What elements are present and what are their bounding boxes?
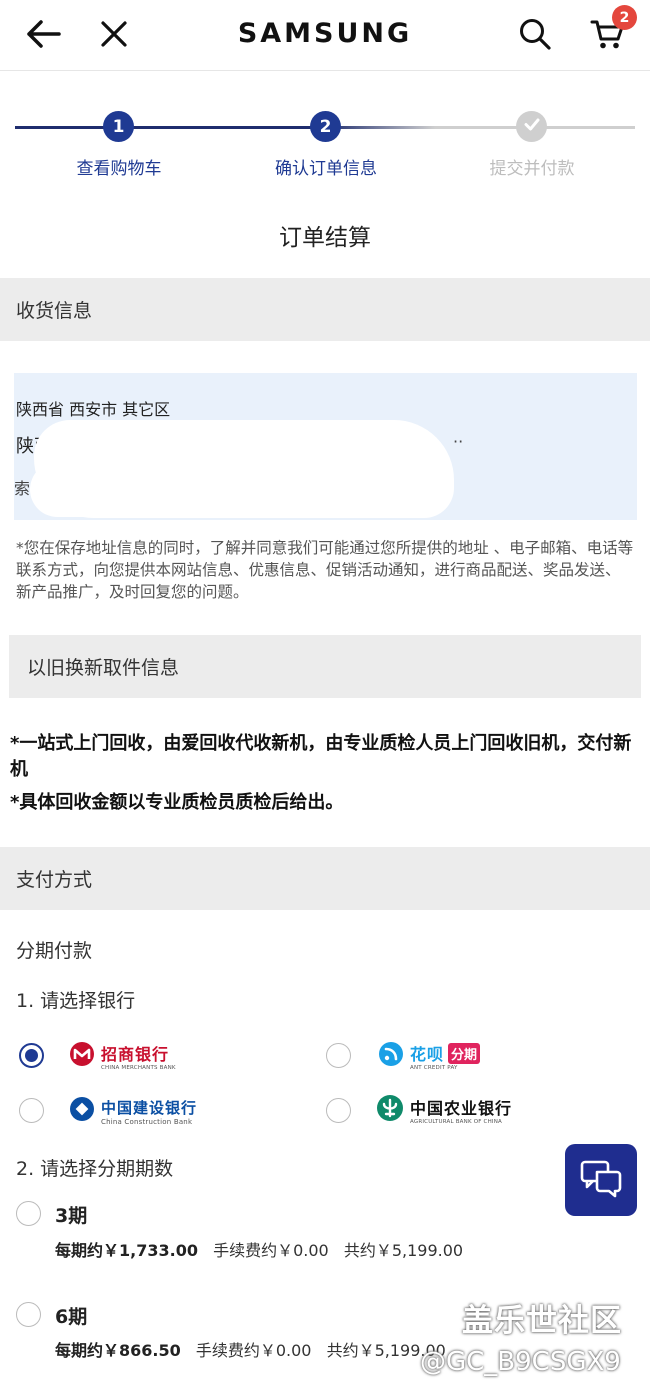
user-watermark: @GC_B9CSGX9 [420, 1347, 621, 1377]
abc-logo-icon [376, 1094, 404, 1126]
shipping-section-title: 收货信息 [16, 300, 93, 322]
payment-section-header: 支付方式 [0, 847, 650, 910]
step-2-label: 确认订单信息 [275, 159, 377, 179]
address-contact: 索 [14, 479, 31, 498]
privacy-notice: *您在保存地址信息的同时，了解并同意我们可能通过您所提供的地址 、电子邮箱、电话… [16, 539, 634, 601]
bank-option-huabei[interactable]: 花呗 分期 ANT CREDIT PAY [378, 1041, 481, 1071]
bank-option-ccb[interactable]: 中国建设银行 China Construction Bank [69, 1096, 197, 1126]
page-title: 订单结算 [279, 225, 371, 251]
bank-radio-abc[interactable] [326, 1098, 351, 1123]
bank-option-abc[interactable]: 中国农业银行 AGRICULTURAL BANK OF CHINA [376, 1094, 512, 1126]
huabei-logo-icon [378, 1041, 404, 1071]
ccb-logo-icon [69, 1096, 95, 1126]
period-title-6[interactable]: 6期 [55, 1302, 87, 1329]
trade-in-note-1: *一站式上门回收，由爱回收代收新机，由专业质检人员上门回收旧机，交付新机 [10, 733, 632, 780]
period-radio-6[interactable] [16, 1302, 41, 1327]
top-header: SAMSUNG 2 [0, 0, 650, 71]
search-button[interactable] [513, 14, 557, 58]
period-detail-3: 每期约￥1,733.00 手续费约￥0.00 共约￥5,199.00 [55, 1241, 464, 1260]
bank-radio-cmb[interactable] [19, 1043, 44, 1068]
cart-count-badge: 2 [612, 5, 637, 30]
period-title-3[interactable]: 3期 [55, 1201, 87, 1228]
community-watermark: 盖乐世社区 [462, 1303, 622, 1339]
progress-line-transition [325, 126, 435, 129]
payment-method-label: 分期付款 [16, 940, 93, 962]
period-detail-6: 每期约￥866.50 手续费约￥0.00 共约￥5,199.00 [55, 1341, 446, 1360]
bank-select-label: 1. 请选择银行 [16, 990, 136, 1012]
shipping-section-header: 收货信息 [0, 278, 650, 341]
bank-radio-huabei[interactable] [326, 1043, 351, 1068]
progress-line-complete [15, 126, 325, 129]
trade-in-section-header: 以旧换新取件信息 [9, 635, 641, 698]
chat-button[interactable] [565, 1144, 637, 1216]
check-icon [523, 115, 541, 138]
trade-in-note-2: *具体回收金额以专业质检员质检后给出。 [10, 792, 344, 813]
installment-tag: 分期 [448, 1042, 481, 1064]
redaction-mark [30, 462, 260, 517]
period-select-label: 2. 请选择分期期数 [16, 1158, 174, 1180]
bank-radio-ccb[interactable] [19, 1098, 44, 1123]
step-2-marker: 2 [310, 111, 341, 142]
trade-in-section-title: 以旧换新取件信息 [27, 657, 180, 679]
cmb-logo-icon [69, 1041, 95, 1071]
bank-option-cmb[interactable]: 招商银行 CHINA MERCHANTS BANK [69, 1041, 176, 1071]
address-region: 陕西省 西安市 其它区 [16, 400, 171, 419]
step-1-label: 查看购物车 [76, 159, 162, 179]
address-detail-tail: ·· [453, 432, 464, 451]
step-3-marker [516, 111, 547, 142]
search-icon [518, 17, 552, 55]
chat-icon [579, 1158, 623, 1202]
payment-section-title: 支付方式 [16, 869, 93, 891]
period-radio-3[interactable] [16, 1201, 41, 1226]
step-1-marker: 1 [103, 111, 134, 142]
step-3-label: 提交并付款 [489, 159, 575, 179]
